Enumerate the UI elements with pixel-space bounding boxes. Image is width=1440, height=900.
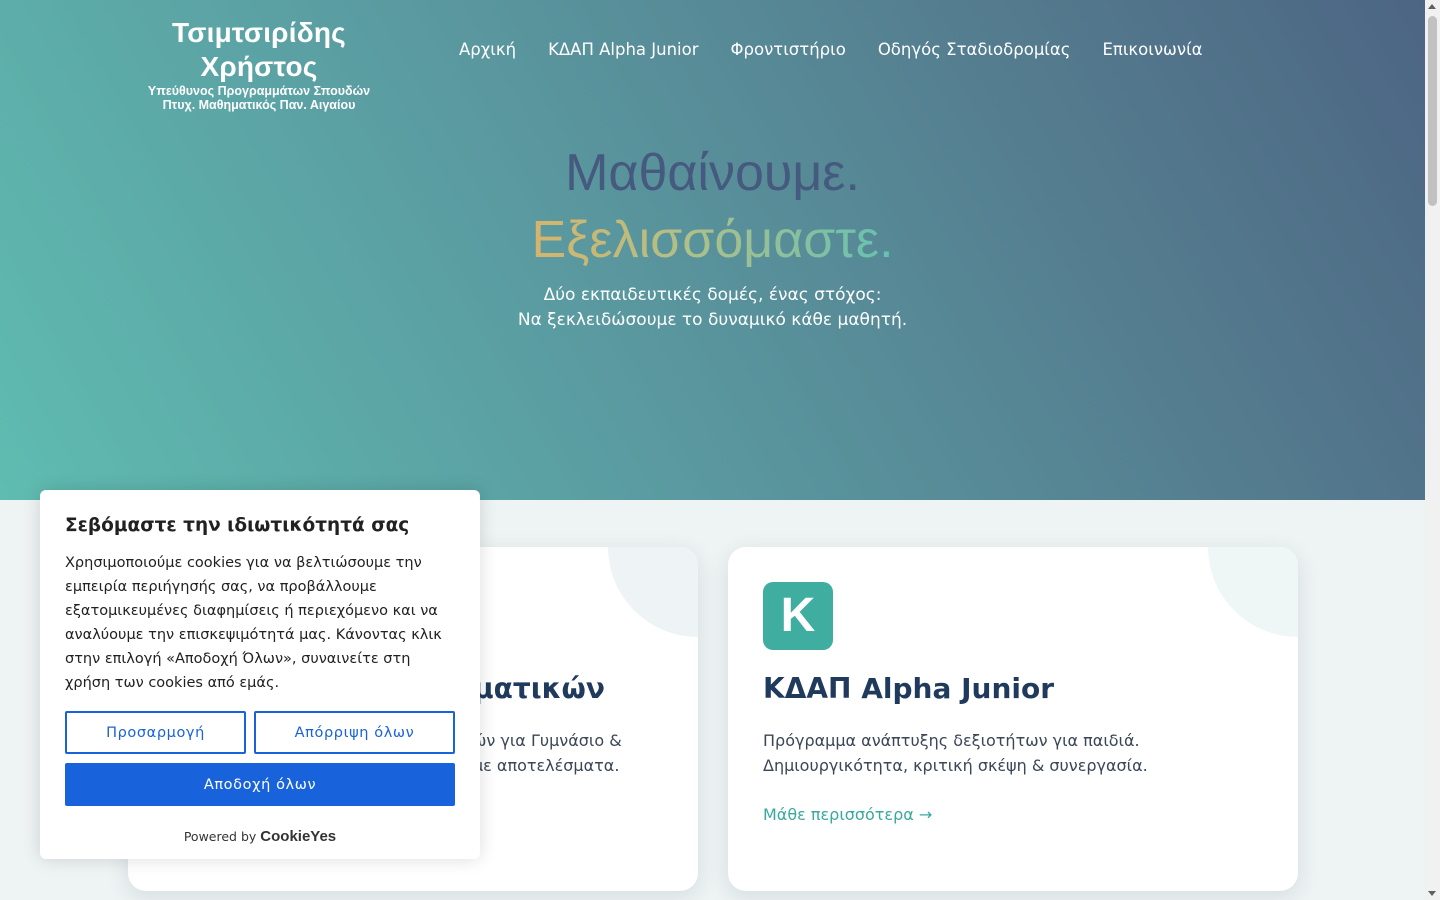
cookie-consent-banner: Σεβόμαστε την ιδιωτικότητά σας Χρησιμοπο… [40,490,480,859]
cookieyes-logo[interactable]: CookieYes [260,828,336,845]
card-corner-decoration [608,547,698,637]
card-text: ών για Γυμνάσιο & με αποτελέσματα. [473,728,622,778]
hero-subtitle-line-1: Δύο εκπαιδευτικές δομές, ένας στόχος: [543,285,882,305]
powered-by: Powered by CookieYes [40,827,480,847]
learn-more-link[interactable]: Μάθε περισσότερα → [763,803,932,827]
vertical-scrollbar[interactable] [1425,0,1440,900]
scroll-thumb[interactable] [1428,16,1437,206]
cookie-title: Σεβόμαστε την ιδιωτικότητά σας [65,515,410,536]
site-logo[interactable]: Τσιμτσιρίδης Χρήστος Υπεύθυνος Προγραμμά… [118,16,400,112]
powered-by-label: Powered by [183,829,257,844]
hero-subtitle-line-2: Να ξεκλειδώσουμε το δυναμικό κάθε μαθητή… [517,310,908,330]
card-title: ματικών [473,672,605,705]
card-text: Πρόγραμμα ανάπτυξης δεξιοτήτων για παιδι… [763,728,1148,778]
scroll-up-arrow-icon[interactable] [1428,4,1436,9]
hero-section: Τσιμτσιρίδης Χρήστος Υπεύθυνος Προγραμμά… [0,0,1425,500]
card-text-line-2: με αποτελέσματα. [473,756,620,775]
nav-item-kdap[interactable]: ΚΔΑΠ Alpha Junior [548,38,698,62]
accept-all-button[interactable]: Αποδοχή όλων [65,763,455,806]
card-title: ΚΔΑΠ Alpha Junior [763,672,1055,705]
nav-item-frontistirio[interactable]: Φροντιστήριο [731,38,846,62]
logo-title: Τσιμτσιρίδης Χρήστος [172,17,346,82]
card-text-line-1: ών για Γυμνάσιο & [473,731,622,750]
card-text-line-1: Πρόγραμμα ανάπτυξης δεξιοτήτων για παιδι… [763,731,1140,750]
scroll-down-arrow-icon[interactable] [1428,891,1436,896]
hero-title-gradient-text: Εξελισσόμαστε. [531,211,894,269]
nav-item-home[interactable]: Αρχική [459,38,516,62]
customize-button[interactable]: Προσαρμογή [65,711,246,754]
main-nav: Αρχική ΚΔΑΠ Alpha Junior Φροντιστήριο Οδ… [459,38,1203,62]
card-text-line-2: Δημιουργικότητα, κριτική σκέψη & συνεργα… [763,756,1148,775]
k-letter-icon: K [763,582,833,650]
cookie-description: Χρησιμοποιούμε cookies για να βελτιώσουμ… [65,555,442,691]
logo-subtitle-1: Υπεύθυνος Προγραμμάτων Σπουδών [147,84,371,98]
nav-item-contact[interactable]: Επικοινωνία [1102,38,1202,62]
hero-title-line-1: Μαθαίνουμε. [565,144,860,202]
reject-all-button[interactable]: Απόρριψη όλων [254,711,455,754]
hero-subtitle: Δύο εκπαιδευτικές δομές, ένας στόχος: Να… [0,283,1425,333]
logo-subtitle-2: Πτυχ. Μαθηματικός Παν. Αιγαίου [162,98,356,112]
hero-title-line-2: Εξελισσόμαστε. [0,208,1425,272]
nav-item-career-guide[interactable]: Οδηγός Σταδιοδρομίας [878,38,1071,62]
card-corner-decoration [1208,547,1298,637]
card-kdap-alpha-junior: K ΚΔΑΠ Alpha Junior Πρόγραμμα ανάπτυξης … [728,547,1298,891]
